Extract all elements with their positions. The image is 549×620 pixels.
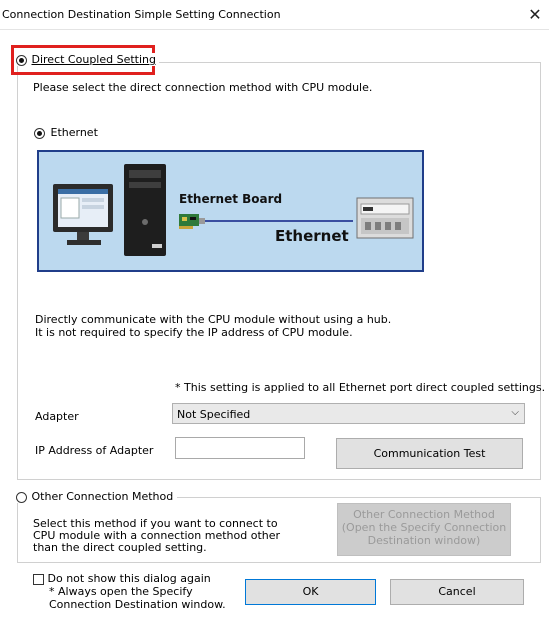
close-icon[interactable]: ✕: [524, 4, 546, 26]
adapter-label: Adapter: [35, 410, 79, 423]
window-title: Connection Destination Simple Setting Co…: [2, 8, 281, 21]
radio-selected-icon: [16, 54, 27, 66]
info-line-2: It is not required to specify the IP add…: [35, 326, 353, 339]
ip-address-field[interactable]: [175, 437, 305, 459]
pc-to-plc-illustration: Ethernet Board Ethernet: [53, 164, 414, 256]
adapter-dropdown[interactable]: Not Specified ⌵: [172, 403, 525, 424]
ethernet-board-label: Ethernet Board: [179, 192, 282, 206]
communication-test-label: Communication Test: [373, 447, 486, 460]
dont-show-checkbox[interactable]: Do not show this dialog again: [33, 572, 211, 585]
direct-coupled-radio[interactable]: Direct Coupled Setting: [16, 53, 159, 66]
other-desc-line-3: than the direct coupled setting.: [33, 541, 207, 554]
cancel-button[interactable]: Cancel: [390, 579, 524, 605]
connection-illustration: Ethernet Board Ethernet: [37, 150, 424, 272]
other-button-line-1: Other Connection Method: [353, 508, 495, 521]
cancel-label: Cancel: [438, 585, 476, 598]
ethernet-label: Ethernet: [50, 126, 98, 139]
other-connection-method-button[interactable]: Other Connection Method (Open the Specif…: [337, 503, 511, 556]
setting-note: * This setting is applied to all Etherne…: [175, 381, 546, 394]
other-button-line-3: Destination window): [367, 534, 481, 547]
ok-label: OK: [302, 585, 319, 598]
ethernet-radio[interactable]: Ethernet: [34, 126, 98, 139]
communication-test-button[interactable]: Communication Test: [336, 438, 523, 469]
direct-description: Please select the direct connection meth…: [33, 81, 373, 94]
dont-show-label: Do not show this dialog again: [47, 572, 211, 585]
dont-show-note-2: Connection Destination window.: [49, 598, 226, 611]
other-button-line-2: (Open the Specify Connection: [341, 521, 507, 534]
title-bar: Connection Destination Simple Setting Co…: [0, 0, 549, 30]
dont-show-note-1: * Always open the Specify: [49, 585, 193, 598]
info-line-1: Directly communicate with the CPU module…: [35, 313, 392, 326]
ip-address-label: IP Address of Adapter: [35, 444, 154, 457]
radio-selected-icon: [34, 127, 45, 139]
chevron-down-icon: ⌵: [511, 407, 519, 418]
adapter-selected-value: Not Specified: [177, 408, 251, 421]
radio-unselected-icon: [16, 491, 27, 503]
ok-button[interactable]: OK: [245, 579, 376, 605]
other-connection-radio[interactable]: Other Connection Method: [16, 490, 178, 503]
checkbox-icon: [33, 573, 44, 585]
direct-coupled-label: Direct Coupled Setting: [31, 53, 157, 66]
ethernet-cable-label: Ethernet: [275, 227, 349, 245]
other-connection-label: Other Connection Method: [31, 490, 174, 503]
